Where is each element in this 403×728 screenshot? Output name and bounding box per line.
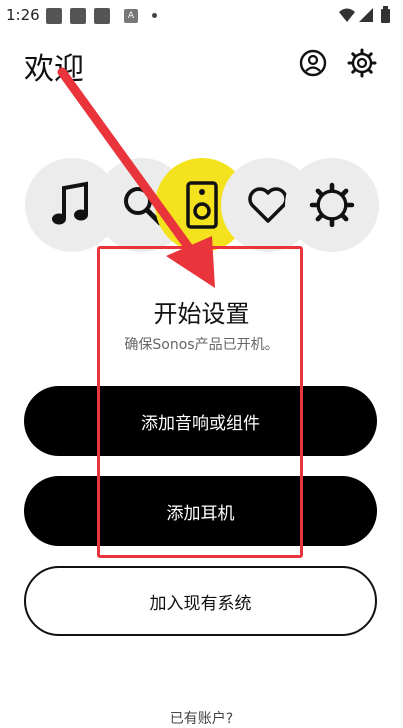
add-headphones-button[interactable]: 添加耳机 <box>24 476 377 546</box>
notification-icon <box>46 8 62 24</box>
setup-subtitle: 确保Sonos产品已开机。 <box>124 337 279 353</box>
tab-settings[interactable] <box>285 158 379 252</box>
join-system-button[interactable]: 加入现有系统 <box>24 566 377 636</box>
gear-icon[interactable] <box>347 48 377 78</box>
status-bar: 1:26 A <box>0 0 403 32</box>
status-time: 1:26 <box>6 6 40 24</box>
speaker-icon <box>186 181 218 229</box>
account-icon[interactable] <box>298 48 328 78</box>
more-notifications-dot <box>152 13 157 18</box>
notification-app-icon: A <box>124 9 138 23</box>
notification-icon <box>94 8 110 24</box>
system-status-icons <box>339 6 390 23</box>
page-title: 欢迎 <box>24 52 84 87</box>
tab-bar <box>0 158 403 254</box>
account-link[interactable]: 已有账户? <box>0 708 403 728</box>
music-note-icon <box>52 181 88 225</box>
add-speaker-button[interactable]: 添加音响或组件 <box>24 386 377 456</box>
gear-icon <box>309 182 355 228</box>
notification-icon <box>70 8 86 24</box>
setup-title: 开始设置 <box>153 300 250 328</box>
heart-icon <box>248 187 288 223</box>
